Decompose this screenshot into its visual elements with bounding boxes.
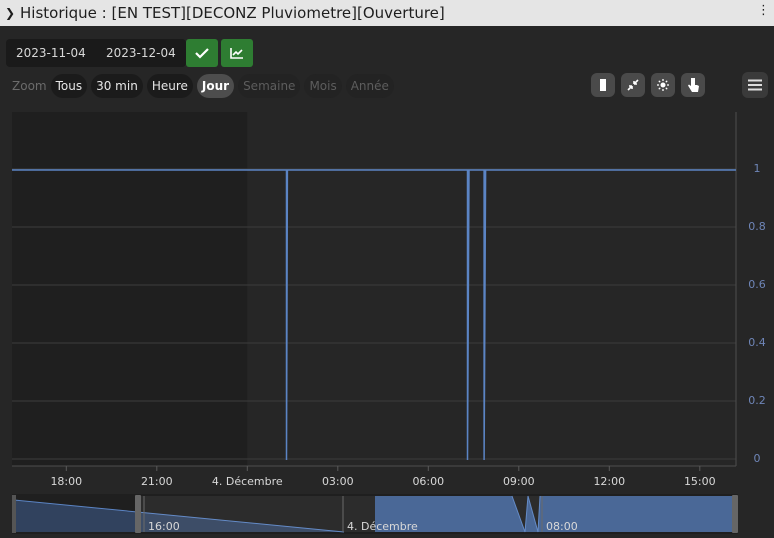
x-tick-label: 09:00	[503, 475, 535, 488]
navigator-label: 08:00	[546, 520, 578, 533]
y-tick-label: 1	[754, 162, 761, 175]
y-tick-label: 0	[754, 452, 761, 465]
navigator-handle-left	[135, 495, 141, 533]
x-tick-label: 03:00	[322, 475, 354, 488]
x-tick-label: 18:00	[50, 475, 82, 488]
x-tick-label: 06:00	[412, 475, 444, 488]
plot-band	[12, 112, 248, 466]
navigator-handle-right	[732, 495, 738, 533]
navigator-edge	[12, 495, 16, 533]
y-tick-label: 0.2	[748, 394, 766, 407]
x-tick-label: 4. Décembre	[212, 475, 283, 488]
navigator-label: 4. Décembre	[347, 520, 418, 533]
y-tick-label: 0.6	[748, 278, 766, 291]
x-tick-label: 12:00	[593, 475, 625, 488]
y-tick-label: 0.8	[748, 220, 766, 233]
navigator-label: 16:00	[148, 520, 180, 533]
x-tick-label: 15:00	[684, 475, 716, 488]
navigator-selection	[140, 496, 736, 532]
x-tick-label: 21:00	[141, 475, 173, 488]
plot-area	[247, 112, 737, 466]
history-chart: 1 0.8 0.6 0.4 0.2 0 18:00 21:00 4. Décembre 03:00…	[12, 112, 766, 533]
y-tick-label: 0.4	[748, 336, 766, 349]
